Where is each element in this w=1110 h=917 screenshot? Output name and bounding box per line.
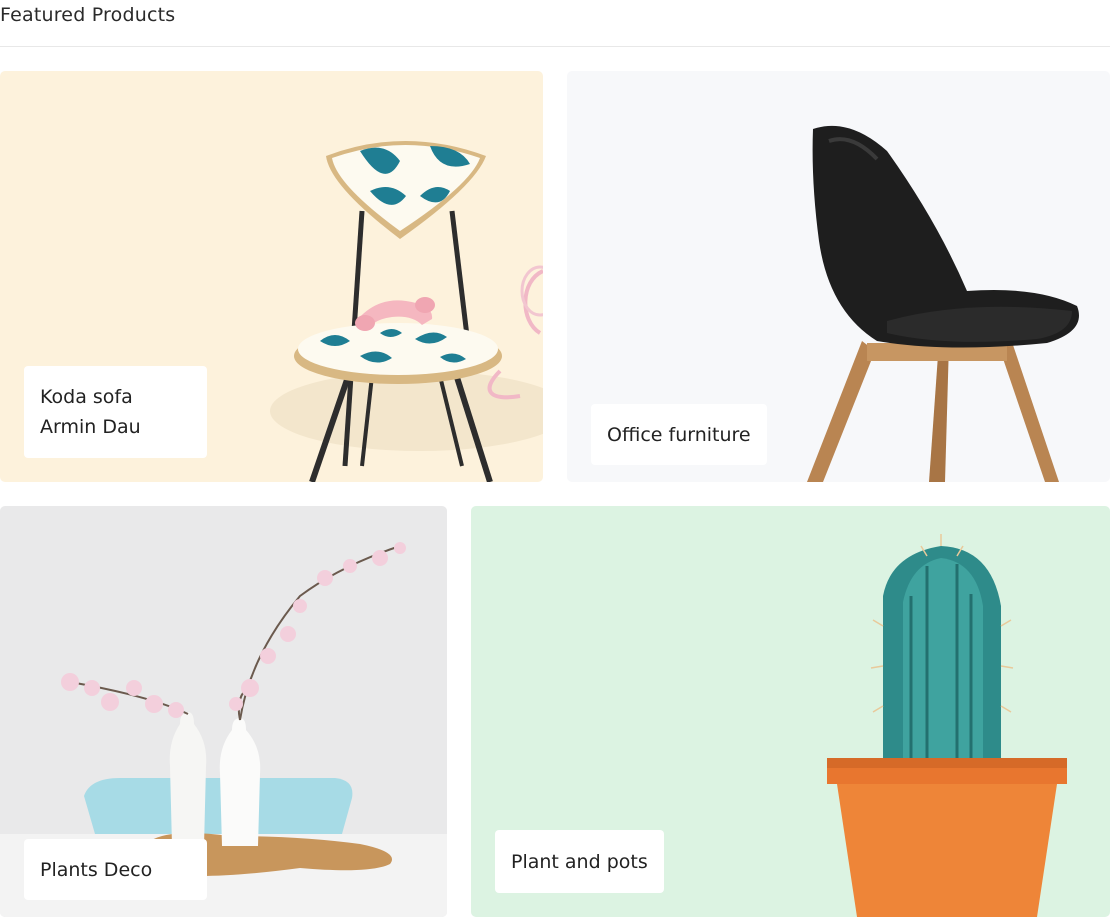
card-title: Office furniture (607, 423, 751, 446)
card-title: Plants Deco (40, 858, 153, 881)
product-card-koda-sofa[interactable]: Koda sofa Armin Dau (0, 71, 543, 482)
section-title: Featured Products (0, 4, 176, 26)
card-title: Plant and pots (511, 850, 648, 873)
product-card-plant-and-pots[interactable]: Plant and pots (471, 506, 1110, 917)
card-label[interactable]: Plants Deco (24, 839, 207, 900)
card-label[interactable]: Koda sofa Armin Dau (24, 366, 207, 458)
product-card-office-furniture[interactable]: Office furniture (567, 71, 1110, 482)
card-label[interactable]: Office furniture (591, 404, 767, 465)
card-subtitle: Armin Dau (40, 416, 141, 438)
card-title: Koda sofa (40, 386, 133, 408)
product-card-plants-deco[interactable]: Plants Deco (0, 506, 447, 917)
featured-products-header: Featured Products (0, 0, 1110, 47)
card-label[interactable]: Plant and pots (495, 830, 664, 893)
